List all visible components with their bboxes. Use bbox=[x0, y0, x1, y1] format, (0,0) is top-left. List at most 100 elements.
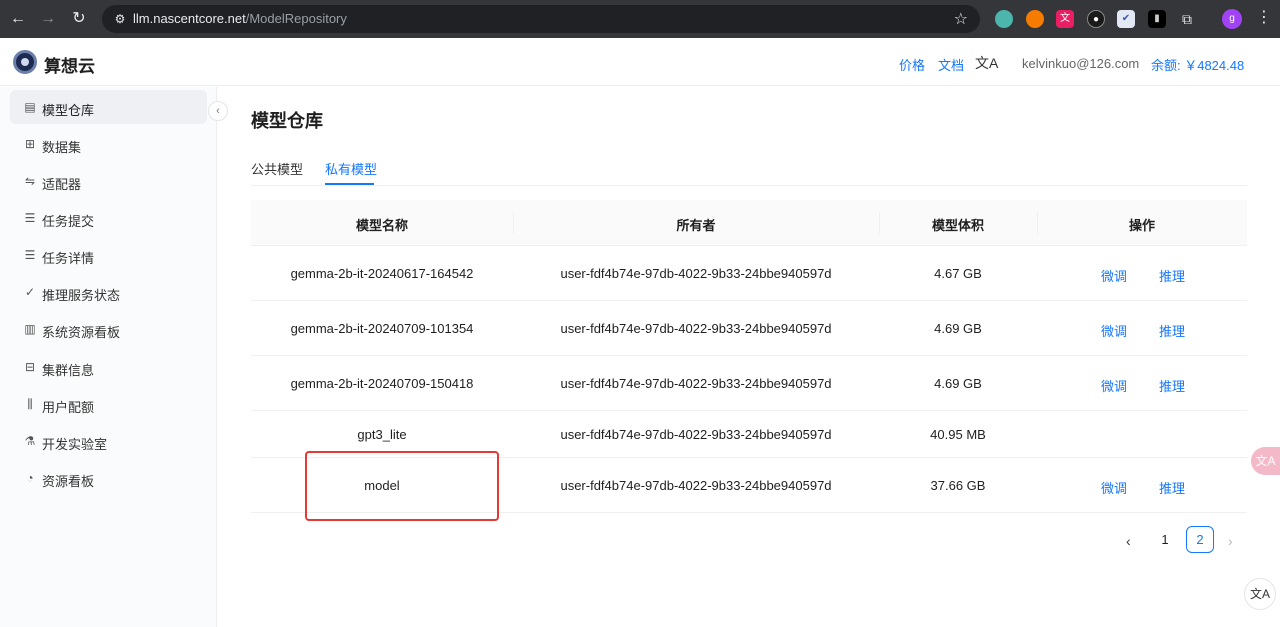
sidebar-item-model-repo[interactable]: ▤ 模型仓库 bbox=[10, 90, 207, 124]
page-title: 模型仓库 bbox=[251, 111, 323, 131]
sidebar-item-label: 模型仓库 bbox=[42, 103, 95, 118]
pagination-page-1[interactable]: 1 bbox=[1151, 526, 1179, 553]
table-row: gemma-2b-it-20240617-164542 user-fdf4b74… bbox=[251, 246, 1247, 301]
sidebar: ▤ 模型仓库 ⊞ 数据集 ⇋ 适配器 ☰ 任务提交 ☰ 任务详情 ✓ 推理服务状… bbox=[0, 87, 217, 627]
model-name-cell: gemma-2b-it-20240709-101354 bbox=[290, 321, 474, 336]
extension-orange-icon[interactable] bbox=[1026, 10, 1044, 28]
column-header-actions: 操作 bbox=[1128, 218, 1155, 233]
bookmark-star-icon[interactable]: ☆ bbox=[954, 9, 968, 29]
language-icon[interactable]: 文A bbox=[975, 53, 998, 73]
owner-cell: user-fdf4b74e-97db-4022-9b33-24bbe940597… bbox=[560, 427, 832, 442]
sidebar-item-label: 集群信息 bbox=[42, 363, 95, 378]
model-name-cell: gpt3_lite bbox=[357, 427, 407, 442]
sidebar-item-user-quota[interactable]: ⫼ 用户配额 bbox=[10, 387, 207, 421]
url-host: llm.nascentcore.net bbox=[133, 11, 246, 26]
sidebar-item-adapters[interactable]: ⇋ 适配器 bbox=[10, 164, 207, 198]
pricing-link[interactable]: 价格 bbox=[899, 55, 925, 74]
pagination-page-2[interactable]: 2 bbox=[1186, 526, 1214, 553]
sidebar-item-label: 用户配额 bbox=[42, 400, 95, 415]
sidebar-item-label: 适配器 bbox=[42, 177, 82, 192]
url-text[interactable]: llm.nascentcore.net/ModelRepository bbox=[133, 11, 347, 26]
chevron-left-icon: ‹ bbox=[216, 105, 220, 117]
sidebar-item-resource-dashboard[interactable]: ◔ 资源看板 bbox=[10, 461, 207, 495]
balance-text[interactable]: 余额: ￥4824.48 bbox=[1151, 55, 1244, 74]
owner-cell: user-fdf4b74e-97db-4022-9b33-24bbe940597… bbox=[560, 376, 832, 391]
size-cell: 4.67 GB bbox=[934, 266, 982, 281]
sidebar-collapse-button[interactable]: ‹ bbox=[208, 101, 228, 121]
docs-link[interactable]: 文档 bbox=[938, 55, 964, 74]
back-icon[interactable]: ← bbox=[6, 7, 30, 31]
owner-cell: user-fdf4b74e-97db-4022-9b33-24bbe940597… bbox=[560, 321, 832, 336]
sidebar-item-label: 资源看板 bbox=[42, 474, 95, 489]
app-header: 算想云 价格 文档 文A kelvinkuo@126.com 余额: ￥4824… bbox=[0, 38, 1280, 86]
sidebar-item-label: 系统资源看板 bbox=[42, 325, 121, 340]
sidebar-item-cluster-info[interactable]: ⊟ 集群信息 bbox=[10, 350, 207, 384]
reload-icon[interactable]: ↻ bbox=[67, 7, 91, 31]
extension-bird-icon[interactable]: ✔ bbox=[1117, 10, 1135, 28]
sidebar-item-task-submit[interactable]: ☰ 任务提交 bbox=[10, 201, 207, 235]
address-bar[interactable]: ⚙ llm.nascentcore.net/ModelRepository ☆ bbox=[102, 5, 980, 33]
url-path: /ModelRepository bbox=[245, 11, 347, 26]
sidebar-item-label: 开发实验室 bbox=[42, 437, 108, 452]
check-circle-icon: ✓ bbox=[24, 285, 36, 299]
list-icon: ☰ bbox=[24, 211, 36, 225]
pagination-prev-icon[interactable]: ‹ bbox=[1126, 533, 1131, 549]
profile-avatar[interactable]: g bbox=[1222, 9, 1242, 29]
extension-ghost-icon[interactable]: ● bbox=[1087, 10, 1105, 28]
dashboard-icon: ◔ bbox=[26, 471, 34, 485]
extensions-puzzle-icon[interactable]: ⧉ bbox=[1178, 10, 1196, 28]
flask-icon: ⚗ bbox=[24, 434, 36, 448]
browser-menu-icon[interactable]: ⋮ bbox=[1256, 8, 1272, 28]
owner-cell: user-fdf4b74e-97db-4022-9b33-24bbe940597… bbox=[560, 266, 832, 281]
size-cell: 4.69 GB bbox=[934, 376, 982, 391]
table-row: gemma-2b-it-20240709-150418 user-fdf4b74… bbox=[251, 356, 1247, 411]
inference-link[interactable]: 推理 bbox=[1159, 376, 1185, 395]
extension-globe-icon[interactable] bbox=[995, 10, 1013, 28]
column-header-owner: 所有者 bbox=[676, 218, 716, 233]
sidebar-item-datasets[interactable]: ⊞ 数据集 bbox=[10, 127, 207, 161]
bar-chart-icon: ▥ bbox=[24, 322, 36, 336]
sidebar-item-dev-lab[interactable]: ⚗ 开发实验室 bbox=[10, 424, 207, 458]
size-cell: 40.95 MB bbox=[930, 427, 986, 442]
sidebar-item-label: 数据集 bbox=[42, 140, 82, 155]
column-header-size: 模型体积 bbox=[931, 218, 984, 233]
inference-link[interactable]: 推理 bbox=[1159, 321, 1185, 340]
brand-logo[interactable] bbox=[13, 50, 37, 74]
extension-bottle-icon[interactable]: ▮ bbox=[1148, 10, 1166, 28]
size-cell: 4.69 GB bbox=[934, 321, 982, 336]
pagination-next-icon[interactable]: › bbox=[1228, 533, 1233, 549]
finetune-link[interactable]: 微调 bbox=[1101, 376, 1127, 395]
active-tab-indicator bbox=[325, 183, 374, 185]
finetune-link[interactable]: 微调 bbox=[1101, 321, 1127, 340]
tab-public-models[interactable]: 公共模型 bbox=[251, 159, 303, 178]
floating-translate-icon[interactable]: 文A bbox=[1251, 447, 1280, 475]
sidebar-item-label: 推理服务状态 bbox=[42, 288, 121, 303]
finetune-link[interactable]: 微调 bbox=[1101, 266, 1127, 285]
translate-assistant-icon[interactable]: 文A bbox=[1244, 578, 1276, 610]
document-icon: ▤ bbox=[24, 100, 36, 114]
table-header: 模型名称 所有者 模型体积 操作 bbox=[251, 200, 1247, 246]
sidebar-item-task-details[interactable]: ☰ 任务详情 bbox=[10, 238, 207, 272]
sidebar-item-label: 任务详情 bbox=[42, 251, 95, 266]
browser-toolbar: ← → ↻ ⚙ llm.nascentcore.net/ModelReposit… bbox=[0, 0, 1280, 38]
sidebar-item-system-resources[interactable]: ▥ 系统资源看板 bbox=[10, 312, 207, 346]
model-name-cell: gemma-2b-it-20240617-164542 bbox=[290, 266, 474, 281]
site-info-icon[interactable]: ⚙ bbox=[112, 11, 128, 27]
annotation-highlight-box bbox=[305, 451, 499, 521]
grid-icon: ⊞ bbox=[24, 137, 36, 151]
model-name-cell: gemma-2b-it-20240709-150418 bbox=[290, 376, 474, 391]
sidebar-item-label: 任务提交 bbox=[42, 214, 95, 229]
tab-private-models[interactable]: 私有模型 bbox=[325, 159, 377, 178]
size-cell: 37.66 GB bbox=[930, 478, 986, 493]
inference-link[interactable]: 推理 bbox=[1159, 478, 1185, 497]
list-icon: ☰ bbox=[24, 248, 36, 262]
table-row: gemma-2b-it-20240709-101354 user-fdf4b74… bbox=[251, 301, 1247, 356]
inference-link[interactable]: 推理 bbox=[1159, 266, 1185, 285]
extension-translate-icon[interactable]: 文 bbox=[1056, 10, 1074, 28]
sidebar-item-inference-status[interactable]: ✓ 推理服务状态 bbox=[10, 275, 207, 309]
forward-icon[interactable]: → bbox=[36, 7, 60, 31]
user-email[interactable]: kelvinkuo@126.com bbox=[1022, 56, 1139, 71]
brand-name[interactable]: 算想云 bbox=[44, 52, 95, 77]
finetune-link[interactable]: 微调 bbox=[1101, 478, 1127, 497]
tabs-divider bbox=[251, 185, 1247, 186]
